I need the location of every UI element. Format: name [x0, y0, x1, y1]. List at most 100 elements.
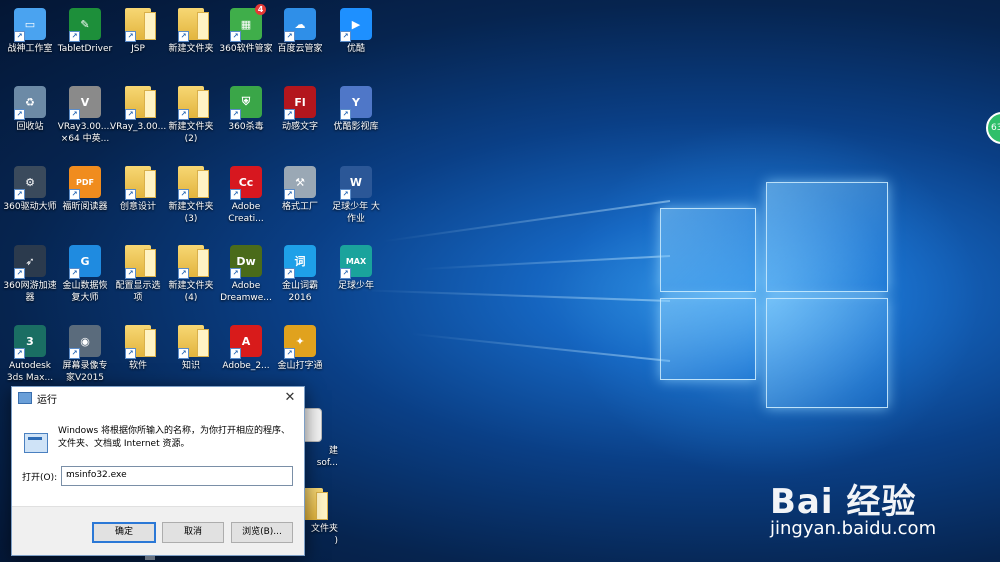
desktop-icon[interactable]: ◉ ↗ 屏幕录像专 家V2015 [57, 325, 113, 384]
desktop-icon[interactable]: Fl ↗ 动感文字 [272, 86, 328, 133]
run-dialog: 运行 ✕ Windows 将根据你所输入的名称，为你打开相应的程序、文件夹、文档… [11, 386, 305, 556]
desktop-icon-label: Adobe Creati... [228, 202, 264, 224]
desktop-icon[interactable]: V ↗ VRay3.00.... ×64 中英... [57, 86, 113, 145]
desktop-icon[interactable]: ▭ ↗ 战神工作室 [2, 8, 58, 55]
shortcut-arrow-icon: ↗ [178, 31, 189, 42]
shortcut-arrow-icon: ↗ [125, 268, 136, 279]
desktop-icon-label: 360杀毒 [228, 122, 264, 132]
folder-icon: ↗ [178, 86, 209, 120]
3dsmax-icon: 3 ↗ [14, 325, 46, 359]
desktop-icon-label: 屏幕录像专 家V2015 [62, 361, 108, 383]
folder-icon: ↗ [125, 245, 156, 279]
cancel-button[interactable]: 取消 [162, 522, 224, 543]
desktop-icon[interactable]: A ↗ Adobe_2... [218, 325, 274, 372]
open-label: 打开(O): [22, 473, 58, 483]
desktop-icon[interactable]: ↗ 知识 [163, 325, 219, 372]
desktop-icon[interactable]: PDF ↗ 福昕阅读器 [57, 166, 113, 213]
recycle-bin-icon: ♻ ↗ [14, 86, 46, 120]
folder-icon: ↗ [178, 245, 209, 279]
desktop-icon[interactable]: 词 ↗ 金山词霸 2016 [272, 245, 328, 304]
open-input[interactable]: msinfo32.exe ⌄ [61, 466, 293, 486]
desktop-icon-label: 格式工厂 [281, 202, 318, 212]
adobe-cc-icon: Cc ↗ [230, 166, 262, 200]
shortcut-arrow-icon: ↗ [340, 109, 351, 120]
shortcut-arrow-icon: ↗ [178, 189, 189, 200]
shortcut-arrow-icon: ↗ [14, 31, 25, 42]
dictionary-icon: 词 ↗ [284, 245, 316, 279]
folder-icon: ↗ [125, 86, 156, 120]
desktop-icon[interactable]: MAX ↗ 足球少年 [328, 245, 384, 292]
desktop-icon-label: VRay_3.00.... [110, 122, 166, 132]
browse-button[interactable]: 浏览(B)... [231, 522, 293, 543]
desktop-icon[interactable]: 3 ↗ Autodesk 3ds Max... [2, 325, 58, 384]
desktop-icon[interactable]: ✦ ↗ 金山打字通 [272, 325, 328, 372]
shortcut-arrow-icon: ↗ [125, 109, 136, 120]
desktop-icon[interactable]: ☁ ↗ 百度云管家 [272, 8, 328, 55]
shortcut-arrow-icon: ↗ [14, 109, 25, 120]
desktop-icon-label: 知识 [181, 361, 200, 371]
desktop-icon-label: 配置显示选 项 [115, 281, 161, 303]
flash-icon: Fl ↗ [284, 86, 316, 120]
tablet-driver-icon: ✎ ↗ [69, 8, 101, 42]
desktop-icon-label: 战神工作室 [7, 44, 53, 54]
desktop-icon[interactable]: ↗ 软件 [110, 325, 166, 372]
desktop-icon-label: 金山数据恢 复大师 [62, 281, 108, 303]
desktop-icon[interactable]: G ↗ 金山数据恢 复大师 [57, 245, 113, 304]
shortcut-arrow-icon: ↗ [14, 268, 25, 279]
desktop-icon[interactable]: Dw ↗ Adobe Dreamwe... [218, 245, 274, 304]
desktop-icon[interactable]: ▶ ↗ 优酷 [328, 8, 384, 55]
desktop-icon[interactable]: ➶ ↗ 360网游加速 器 [2, 245, 58, 304]
desktop-icon[interactable]: W ↗ 足球少年 大 作业 [328, 166, 384, 225]
watermark-url: jingyan.baidu.com [770, 518, 937, 539]
desktop-icon-label: 百度云管家 [277, 44, 323, 54]
desktop-icon[interactable]: ↗ JSP [110, 8, 166, 55]
shortcut-arrow-icon: ↗ [230, 189, 241, 200]
shield-icon: ⛨ ↗ [230, 86, 262, 120]
desktop-icon[interactable]: ♻ ↗ 回收站 [2, 86, 58, 133]
shortcut-arrow-icon: ↗ [125, 348, 136, 359]
shortcut-arrow-icon: ↗ [284, 189, 295, 200]
notification-badge: 4 [255, 4, 266, 15]
desktop-icon[interactable]: ⛨ ↗ 360杀毒 [218, 86, 274, 133]
desktop-icon-label: 足球少年 大 作业 [332, 202, 380, 224]
desktop-icon[interactable]: ↗ VRay_3.00.... [110, 86, 166, 133]
desktop-icon-label: 360驱动大师 [3, 202, 57, 212]
ok-button[interactable]: 确定 [92, 522, 156, 543]
desktop-icon-label: 创意设计 [119, 202, 156, 212]
desktop-icon[interactable]: ↗ 新建文件夹 (2) [163, 86, 219, 145]
desktop-icon-label: 新建文件夹 [168, 44, 214, 54]
desktop-icon[interactable]: ⚙ ↗ 360驱动大师 [2, 166, 58, 213]
watermark-brand: Bai 经验 [770, 482, 917, 522]
floating-speed-badge[interactable]: 63 [986, 112, 1000, 144]
run-dialog-footer: 确定 取消 浏览(B)... [12, 506, 304, 555]
gear-icon: ⚙ ↗ [14, 166, 46, 200]
folder-icon: ↗ [178, 8, 209, 42]
folder-icon: ↗ [178, 325, 209, 359]
desktop-icon[interactable]: ↗ 新建文件夹 (3) [163, 166, 219, 225]
shortcut-arrow-icon: ↗ [125, 189, 136, 200]
app-manager-icon: ▦ ↗ 4 [230, 4, 266, 42]
desktop-icon[interactable]: Y ↗ 优酷影视库 [328, 86, 384, 133]
desktop-icon-label: 软件 [128, 361, 147, 371]
desktop-icon[interactable]: ↗ 创意设计 [110, 166, 166, 213]
data-recovery-icon: G ↗ [69, 245, 101, 279]
chevron-down-icon[interactable]: ⌄ [66, 470, 288, 479]
screen-recorder-icon: ◉ ↗ [69, 325, 101, 359]
shortcut-arrow-icon: ↗ [284, 109, 295, 120]
desktop-icon[interactable]: ✎ ↗ TabletDriver [57, 8, 113, 55]
desktop-icon[interactable]: ▦ ↗ 4 360软件管家 [218, 4, 274, 55]
shortcut-arrow-icon: ↗ [178, 348, 189, 359]
shortcut-arrow-icon: ↗ [14, 189, 25, 200]
format-factory-icon: ⚒ ↗ [284, 166, 316, 200]
vray-icon: V ↗ [69, 86, 101, 120]
desktop-icon[interactable]: ↗ 新建文件夹 (4) [163, 245, 219, 304]
desktop-icon-label: 金山词霸 2016 [281, 281, 318, 303]
desktop-icon[interactable]: Cc ↗ Adobe Creati... [218, 166, 274, 225]
desktop-icon[interactable]: ↗ 配置显示选 项 [110, 245, 166, 304]
desktop-icon[interactable]: ↗ 新建文件夹 [163, 8, 219, 55]
shortcut-arrow-icon: ↗ [230, 268, 241, 279]
shortcut-arrow-icon: ↗ [69, 268, 80, 279]
shortcut-arrow-icon: ↗ [178, 109, 189, 120]
desktop-icon-label: 新建文件夹 (4) [168, 281, 214, 303]
desktop-icon[interactable]: ⚒ ↗ 格式工厂 [272, 166, 328, 213]
